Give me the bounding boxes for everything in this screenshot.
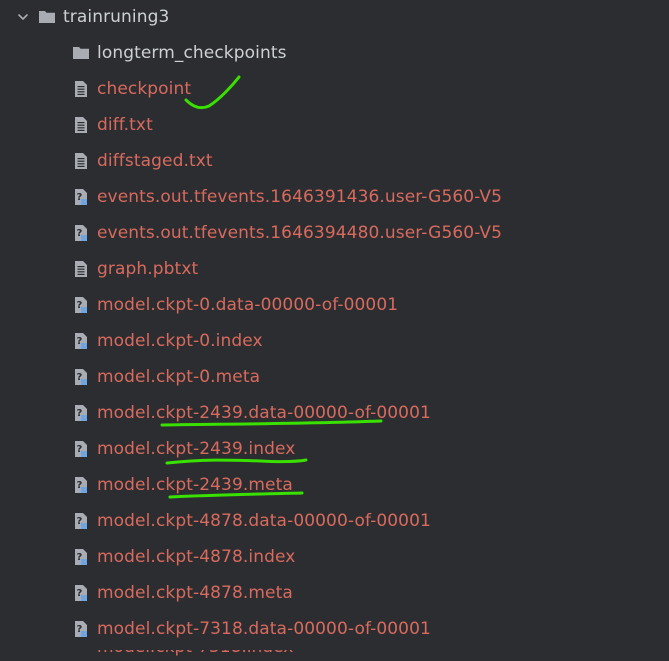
- tree-file-item[interactable]: checkpoint: [72, 75, 191, 103]
- unknown-file-icon: ?: [75, 189, 87, 205]
- tree-root-trainruning3[interactable]: trainruning3: [16, 3, 169, 31]
- unknown-file-icon: ?: [75, 441, 87, 457]
- chevron-down-icon[interactable]: [16, 10, 30, 24]
- tree-file-item[interactable]: ? events.out.tfevents.1646391436.user-G56…: [72, 183, 502, 211]
- tree-item-label: model.ckpt-0.meta: [97, 367, 261, 387]
- tree-file-item[interactable]: ? model.ckpt-0.index: [72, 327, 263, 355]
- tree-item-label: model.ckpt-0.data-00000-of-00001: [97, 295, 399, 315]
- unknown-file-icon: ?: [75, 369, 87, 385]
- unknown-file-icon: ?: [75, 621, 87, 637]
- tree-item-label: checkpoint: [97, 79, 192, 99]
- tree-file-item[interactable]: diffstaged.txt: [72, 147, 213, 175]
- tree-file-item[interactable]: ? model.ckpt-4878.meta: [72, 579, 293, 607]
- folder-icon: [39, 11, 55, 23]
- unknown-file-icon: ?: [75, 297, 87, 313]
- unknown-file-icon: ?: [75, 549, 87, 565]
- tree-item-label: model.ckpt-7318.data-00000-of-00001: [97, 619, 431, 639]
- text-file-icon: [75, 117, 87, 133]
- tree-file-item[interactable]: ? model.ckpt-4878.data-00000-of-00001: [72, 507, 431, 535]
- unknown-file-icon: ?: [75, 333, 87, 349]
- tree-file-item[interactable]: ? model.ckpt-2439.index: [72, 435, 295, 463]
- tree-file-item[interactable]: diff.txt: [72, 111, 153, 139]
- unknown-file-icon: ?: [75, 585, 87, 601]
- tree-file-item[interactable]: ? model.ckpt-7318.data-00000-of-00001: [72, 615, 431, 643]
- project-file-tree: trainruning3 longterm_checkpointscheckpo…: [0, 0, 669, 661]
- text-file-icon: [75, 153, 87, 169]
- tree-item-label: diffstaged.txt: [97, 151, 213, 171]
- tree-root-label: trainruning3: [63, 7, 170, 27]
- tree-file-item[interactable]: ? events.out.tfevents.1646394480.user-G56…: [72, 219, 502, 247]
- unknown-file-icon: ?: [75, 405, 87, 421]
- tree-item-label: model.ckpt-0.index: [97, 331, 263, 351]
- tree-file-item[interactable]: ? model.ckpt-0.data-00000-of-00001: [72, 291, 398, 319]
- tree-file-item[interactable]: ? model.ckpt-4878.index: [72, 543, 295, 571]
- tree-item-label: longterm_checkpoints: [97, 43, 287, 63]
- folder-icon: [73, 47, 89, 59]
- tree-folder-item[interactable]: longterm_checkpoints: [72, 39, 287, 67]
- tree-file-item[interactable]: ? model.ckpt-2439.meta: [72, 471, 293, 499]
- tree-item-label: model.ckpt-2439.data-00000-of-00001: [97, 403, 431, 423]
- tree-item-label: model.ckpt-4878.index: [97, 547, 296, 567]
- tree-file-item[interactable]: ? model.ckpt-0.meta: [72, 363, 260, 391]
- tree-item-label: model.ckpt-4878.data-00000-of-00001: [97, 511, 431, 531]
- tree-item-label: events.out.tfevents.1646391436.user-G560…: [97, 187, 503, 207]
- unknown-file-icon: ?: [75, 513, 87, 529]
- tree-item-label: graph.pbtxt: [97, 259, 199, 279]
- text-file-icon: [75, 261, 87, 277]
- tree-file-item[interactable]: ? model.ckpt-2439.data-00000-of-00001: [72, 399, 431, 427]
- tree-item-label: model.ckpt-4878.meta: [97, 583, 293, 603]
- unknown-file-icon: ?: [75, 477, 87, 493]
- tree-item-label: events.out.tfevents.1646394480.user-G560…: [97, 223, 503, 243]
- tree-item-label: model.ckpt-2439.meta: [97, 475, 293, 495]
- unknown-file-icon: ?: [75, 225, 87, 241]
- tree-file-item[interactable]: graph.pbtxt: [72, 255, 198, 283]
- tree-item-label: model.ckpt-2439.index: [97, 439, 296, 459]
- tree-item-label: diff.txt: [97, 115, 153, 135]
- text-file-icon: [75, 81, 87, 97]
